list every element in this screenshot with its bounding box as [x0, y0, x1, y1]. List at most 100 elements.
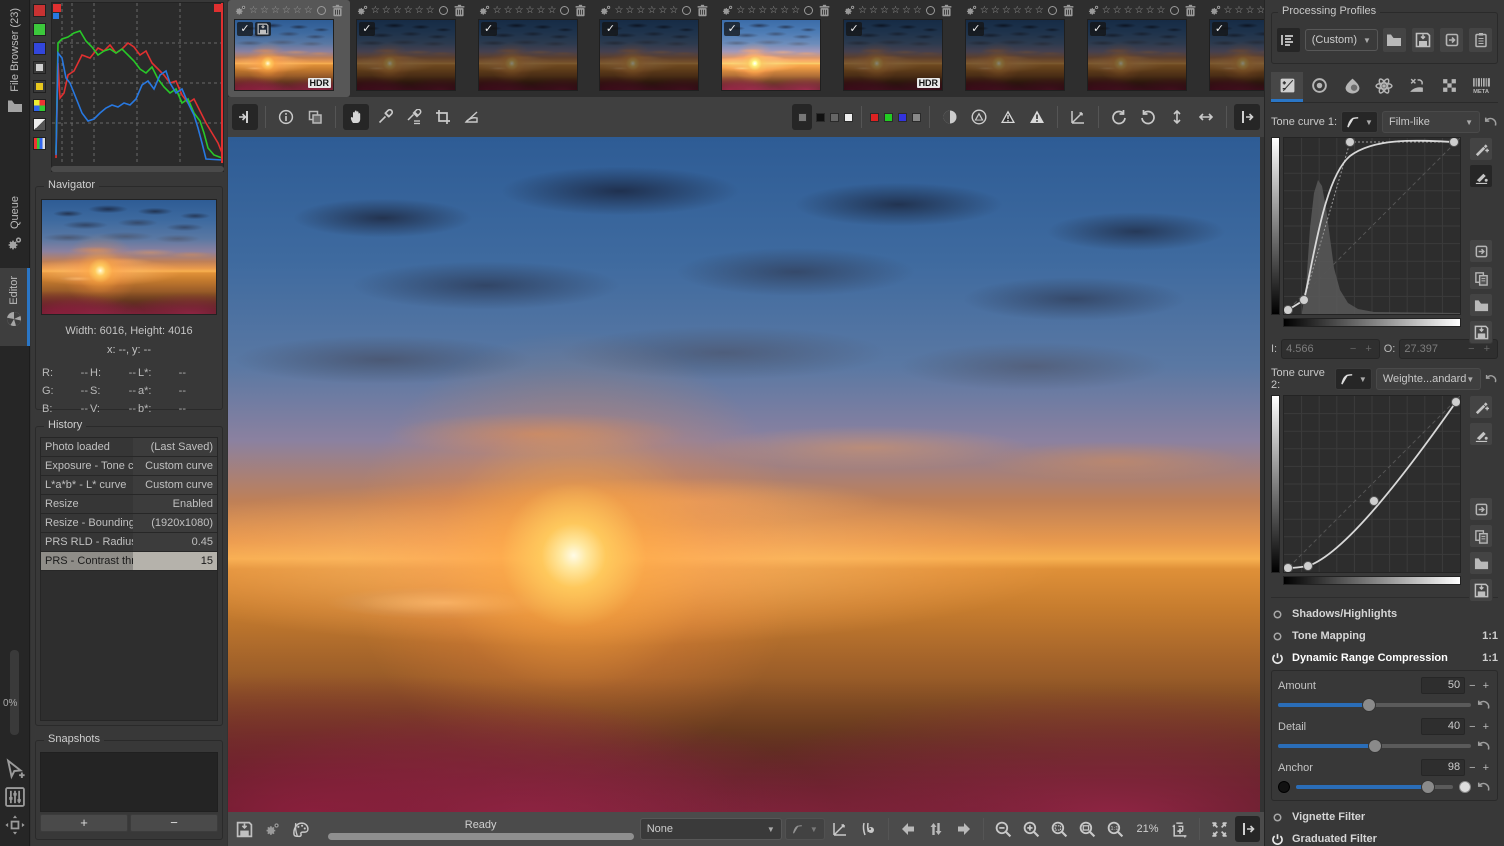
tab-transform[interactable]: [1401, 72, 1433, 102]
tab-raw[interactable]: [1433, 72, 1465, 102]
color-label-icon[interactable]: [682, 5, 692, 15]
save-profile-button[interactable]: [1410, 27, 1436, 53]
vignette-filter-expander[interactable]: Vignette Filter: [1271, 807, 1498, 827]
history-row[interactable]: Resize Enabled: [41, 495, 217, 514]
color-label-icon[interactable]: [804, 5, 814, 15]
rank-star-icon[interactable]: ☆: [404, 5, 413, 16]
reset-curve-1-icon[interactable]: [1484, 115, 1498, 129]
thumbnail-image[interactable]: ✓: [1086, 19, 1187, 91]
flip-horizontal-button[interactable]: [1193, 104, 1219, 130]
histogram-green-toggle[interactable]: [33, 23, 46, 36]
histogram-scrollbar[interactable]: [51, 166, 224, 172]
histogram-mode-toggle[interactable]: [33, 118, 46, 131]
rank-star-icon[interactable]: ☆: [1102, 5, 1111, 16]
histogram-luminosity-toggle[interactable]: [33, 61, 46, 74]
curve-2-edit-button[interactable]: [1469, 422, 1493, 446]
preview-luminosity-button[interactable]: [912, 112, 921, 122]
power-icon[interactable]: [1271, 652, 1284, 665]
curve-type-2-dropdown[interactable]: ▼: [1334, 368, 1372, 390]
rank-star-icon[interactable]: ☆: [1234, 5, 1243, 16]
rank-star-icon[interactable]: ☆: [647, 5, 656, 16]
rank-star-icon[interactable]: ☆: [304, 5, 313, 16]
filmstrip-thumbnail[interactable]: ☆ ☆ ☆ ☆ ☆ ☆ ✓ HDR: [837, 0, 959, 97]
highlight-clipping-button[interactable]: [1024, 104, 1050, 130]
rank-star-icon[interactable]: ☆: [747, 5, 756, 16]
rank-star-icon[interactable]: ☆: [658, 5, 667, 16]
histogram-panel[interactable]: [51, 2, 224, 170]
curve-1-plot[interactable]: [1283, 137, 1461, 315]
rank-star-icon[interactable]: ☆: [504, 5, 513, 16]
rank-star-icon[interactable]: ☆: [493, 5, 502, 16]
rotate-left-90-button[interactable]: [1106, 104, 1132, 130]
dynamic-range-compression-expander[interactable]: Dynamic Range Compression 1:1: [1271, 648, 1498, 668]
rank-star-icon[interactable]: ☆: [260, 5, 269, 16]
background-color-current-button[interactable]: [792, 104, 812, 130]
image-preview-canvas[interactable]: [228, 137, 1260, 812]
input-value-spinner[interactable]: 4.566− +: [1281, 339, 1380, 359]
tab-color[interactable]: [1336, 72, 1368, 102]
fullscreen-button[interactable]: [1207, 816, 1232, 842]
curve-mode-2-dropdown[interactable]: Weighte...andard ▼: [1375, 368, 1482, 390]
thumbnail-gear-icon[interactable]: [721, 4, 734, 17]
history-row[interactable]: Exposure - Tone c... Custom curve: [41, 457, 217, 476]
save-image-button[interactable]: [232, 816, 257, 842]
rank-star-icon[interactable]: ☆: [1035, 5, 1044, 16]
preview-green-channel-button[interactable]: [884, 112, 893, 122]
copy-profile-button[interactable]: [1439, 27, 1465, 53]
color-label-icon[interactable]: [560, 5, 570, 15]
monitor-profile-dropdown[interactable]: None ▼: [639, 818, 782, 840]
amount-slider[interactable]: [1278, 698, 1471, 712]
thumbnail-gear-icon[interactable]: [1209, 4, 1222, 17]
history-row[interactable]: Photo loaded (Last Saved): [41, 438, 217, 457]
zoom-out-button[interactable]: [991, 816, 1016, 842]
navigator-thumbnail[interactable]: [41, 199, 217, 315]
trash-icon[interactable]: [453, 4, 466, 17]
curve-1-paste-button[interactable]: [1469, 239, 1493, 263]
rank-star-icon[interactable]: ☆: [625, 5, 634, 16]
add-detail-window-button[interactable]: [1168, 816, 1193, 842]
trash-icon[interactable]: [331, 4, 344, 17]
filmstrip-thumbnail[interactable]: ☆☆☆☆☆☆✓: [959, 0, 1081, 97]
rank-star-icon[interactable]: ☆: [1024, 5, 1033, 16]
curve-2-save-button[interactable]: [1469, 578, 1493, 602]
copy-moveable-button[interactable]: [302, 104, 328, 130]
profile-fill-mode-button[interactable]: [1276, 27, 1301, 53]
history-row-selected[interactable]: PRS - Contrast thr...15: [41, 552, 217, 571]
tab-editor[interactable]: Editor: [0, 268, 30, 346]
rank-star-icon[interactable]: ☆: [271, 5, 280, 16]
anchor-value[interactable]: 98: [1421, 759, 1466, 776]
detail-value[interactable]: 40: [1421, 718, 1466, 735]
filmstrip-thumbnail[interactable]: ☆☆☆☆☆☆✓: [1081, 0, 1203, 97]
rank-star-icon[interactable]: ☆: [791, 5, 800, 16]
amount-minus-plus[interactable]: − +: [1469, 680, 1491, 692]
shadows-highlights-expander[interactable]: Shadows/Highlights: [1271, 604, 1498, 624]
new-adjuster-icon[interactable]: [4, 758, 26, 780]
soft-proof-dropdown[interactable]: ▼: [784, 818, 825, 840]
filmstrip-thumbnail[interactable]: ☆☆☆☆☆☆✓: [350, 0, 472, 97]
rank-star-icon[interactable]: ☆: [780, 5, 789, 16]
rank-star-icon[interactable]: ☆: [891, 5, 900, 16]
history-row[interactable]: PRS RLD - Radius 0.45: [41, 533, 217, 552]
tone-curve-2-editor[interactable]: [1271, 395, 1498, 602]
sync-filebrowser-button[interactable]: [923, 816, 948, 842]
amount-slider-knob[interactable]: [1361, 698, 1376, 712]
thumbnail-gear-icon[interactable]: [356, 4, 369, 17]
rank-star-icon[interactable]: ☆: [1224, 5, 1233, 16]
rank-star-icon[interactable]: ☆: [393, 5, 402, 16]
thumbnail-gear-icon[interactable]: [478, 4, 491, 17]
curve-2-load-button[interactable]: [1469, 551, 1493, 575]
snapshots-list[interactable]: [40, 752, 218, 812]
thumbnail-gear-icon[interactable]: [599, 4, 612, 17]
reset-amount-icon[interactable]: [1477, 698, 1491, 712]
detail-slider-knob[interactable]: [1367, 739, 1382, 753]
soft-proofing-button[interactable]: [856, 816, 881, 842]
rank-star-icon[interactable]: ☆: [869, 5, 878, 16]
paste-profile-button[interactable]: [1468, 27, 1493, 53]
rank-star-icon[interactable]: ☆: [515, 5, 524, 16]
rank-star-icon[interactable]: ☆: [902, 5, 911, 16]
thumbnail-image[interactable]: ✓: [964, 19, 1065, 91]
histogram-bar-toggle[interactable]: [33, 137, 46, 150]
rank-star-icon[interactable]: ☆: [880, 5, 889, 16]
rank-star-icon[interactable]: ☆: [293, 5, 302, 16]
thumbnail-image[interactable]: ✓: [477, 19, 578, 91]
